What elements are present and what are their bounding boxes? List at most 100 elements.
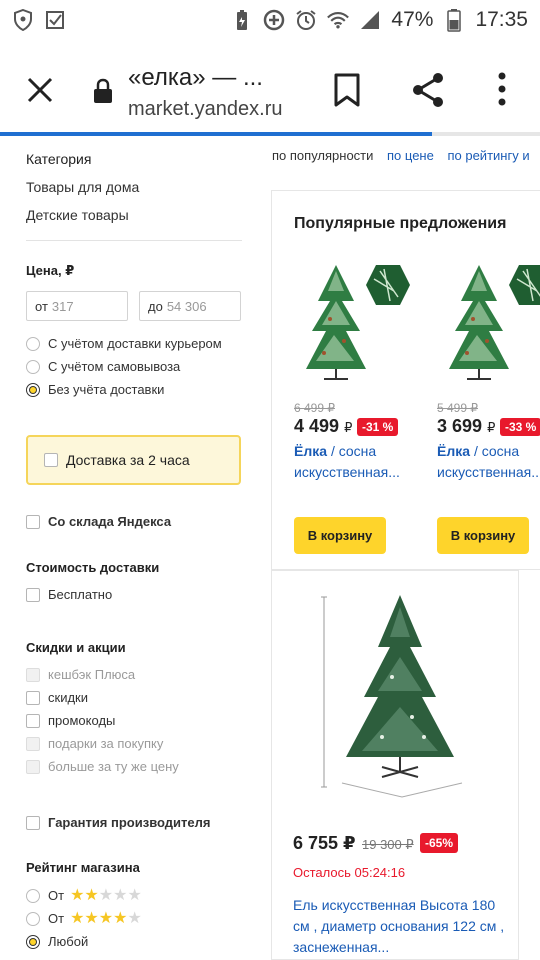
star-empty-icon: ★	[113, 886, 128, 904]
sort-by-rating[interactable]: по рейтингу и	[447, 148, 529, 163]
shield-icon	[12, 9, 34, 31]
checkbox-disabled	[26, 667, 40, 682]
radio-button-selected[interactable]	[26, 934, 40, 949]
battery-icon	[443, 9, 465, 32]
radio-pickup[interactable]: С учётом самовывоза	[26, 359, 180, 374]
close-icon[interactable]	[24, 74, 56, 106]
offer-name-bold: Ёлка	[437, 443, 471, 459]
radio-rating-4[interactable]: От ★ ★ ★ ★ ★	[26, 909, 142, 927]
wifi-icon	[327, 9, 350, 31]
radio-label: От	[48, 911, 65, 926]
currency: ₽	[487, 420, 496, 435]
more-menu-icon[interactable]	[490, 70, 514, 108]
star-rating: ★ ★ ★ ★ ★	[70, 886, 142, 904]
radio-label: С учётом доставки курьером	[48, 336, 222, 351]
radio-button[interactable]	[26, 888, 40, 903]
checkbox-label: промокоды	[48, 713, 116, 728]
checkbox[interactable]	[26, 690, 40, 705]
progress-fill	[0, 132, 432, 136]
price-to-input[interactable]: до 54 306	[139, 291, 241, 321]
filter-more-for-same-price: больше за ту же цену	[26, 759, 179, 774]
checkbox-label: кешбэк Плюса	[48, 667, 136, 682]
discount-badge: -31 %	[357, 418, 399, 436]
fast-delivery-filter[interactable]: Доставка за 2 часа	[26, 435, 241, 485]
price-value: 3 699	[437, 416, 483, 436]
offer-price: 3 699 ₽	[437, 416, 495, 437]
filter-plus-cashback: кешбэк Плюса	[26, 667, 135, 682]
pine-tree-image[interactable]	[437, 261, 540, 381]
fast-delivery-label: Доставка за 2 часа	[66, 452, 190, 468]
browser-toolbar: «елка» — ... market.yandex.ru	[0, 40, 540, 132]
price-from-label: от	[35, 299, 48, 314]
checkbox-label: подарки за покупку	[48, 736, 164, 751]
popular-offers-title: Популярные предложения	[294, 215, 507, 232]
price-header: Цена, ₽	[26, 263, 75, 278]
product-price: 6 755 ₽	[293, 833, 356, 853]
pine-tree-image[interactable]	[294, 261, 424, 381]
star-empty-icon: ★	[127, 909, 142, 927]
radio-label: Любой	[48, 934, 89, 949]
checkbox-label: Со склада Яндекса	[48, 514, 172, 529]
price-to-placeholder: 54 306	[166, 299, 207, 314]
star-filled-icon: ★	[98, 909, 114, 927]
category-header: Категория	[26, 151, 92, 167]
battery-saver-icon	[231, 9, 253, 31]
checkbox[interactable]	[26, 514, 40, 529]
bookmark-icon[interactable]	[332, 72, 362, 108]
product-old-price: 19 300 ₽	[362, 837, 414, 852]
data-saver-icon	[263, 9, 285, 31]
old-price: 5 499 ₽	[437, 401, 478, 415]
discount-badge: -33 %	[500, 418, 540, 436]
radio-button[interactable]	[26, 359, 40, 374]
add-to-cart-button[interactable]: В корзину	[437, 517, 529, 554]
product-card[interactable]: 6 755 ₽ 19 300 ₽ -65% Осталось 05:24:16 …	[271, 570, 519, 960]
checkbox-icon	[44, 9, 66, 31]
offer-name-link[interactable]: Ёлка / сосна искусственная...	[294, 441, 414, 483]
star-filled-icon: ★	[113, 909, 128, 927]
radio-label: Без учёта доставки	[48, 382, 165, 397]
radio-rating-2[interactable]: От ★ ★ ★ ★ ★	[26, 886, 142, 904]
category-link-kids[interactable]: Детские товары	[26, 207, 129, 223]
radio-rating-any[interactable]: Любой	[26, 934, 88, 949]
checkbox[interactable]	[44, 453, 58, 467]
battery-percent: 47%	[391, 8, 434, 31]
lock-icon[interactable]	[92, 78, 114, 104]
page-url[interactable]: market.yandex.ru	[128, 98, 283, 121]
share-icon[interactable]	[410, 72, 446, 108]
page-title[interactable]: «елка» — ...	[128, 64, 263, 92]
spruce-tree-image[interactable]	[312, 587, 482, 807]
price-from-input[interactable]: от 317	[26, 291, 128, 321]
page-load-progress	[0, 132, 540, 136]
category-link-home[interactable]: Товары для дома	[26, 179, 139, 195]
discount-badge: -65%	[420, 833, 459, 853]
sort-by-popularity[interactable]: по популярности	[272, 148, 373, 163]
product-name-link[interactable]: Ель искусственная Высота 180 см , диамет…	[293, 895, 513, 958]
checkbox[interactable]	[26, 815, 40, 830]
sale-timer: Осталось 05:24:16	[293, 865, 406, 880]
yandex-warehouse-filter[interactable]: Со склада Яндекса	[26, 514, 171, 529]
filter-promocodes[interactable]: промокоды	[26, 713, 115, 728]
manufacturer-warranty-filter[interactable]: Гарантия производителя	[26, 815, 210, 830]
add-to-cart-button[interactable]: В корзину	[294, 517, 386, 554]
free-delivery-filter[interactable]: Бесплатно	[26, 587, 112, 602]
checkbox[interactable]	[26, 713, 40, 728]
checkbox-label: больше за ту же цену	[48, 759, 179, 774]
shop-rating-header: Рейтинг магазина	[26, 860, 140, 875]
radio-button[interactable]	[26, 911, 40, 926]
alarm-icon	[295, 9, 317, 31]
offer-price: 4 499 ₽	[294, 416, 352, 437]
radio-courier-delivery[interactable]: С учётом доставки курьером	[26, 336, 222, 351]
radio-button-selected[interactable]	[26, 382, 40, 397]
filter-discounts[interactable]: скидки	[26, 690, 88, 705]
checkbox[interactable]	[26, 587, 40, 602]
star-filled-icon: ★	[70, 909, 85, 927]
star-empty-icon: ★	[98, 886, 114, 904]
radio-no-delivery[interactable]: Без учёта доставки	[26, 382, 164, 397]
sort-by-price[interactable]: по цене	[387, 148, 434, 163]
clock: 17:35	[475, 8, 528, 31]
price-to-label: до	[148, 299, 163, 314]
radio-button[interactable]	[26, 336, 40, 351]
delivery-cost-header: Стоимость доставки	[26, 560, 160, 575]
offer-name-link[interactable]: Ёлка / сосна искусственная...	[437, 441, 540, 483]
star-rating: ★ ★ ★ ★ ★	[70, 909, 142, 927]
